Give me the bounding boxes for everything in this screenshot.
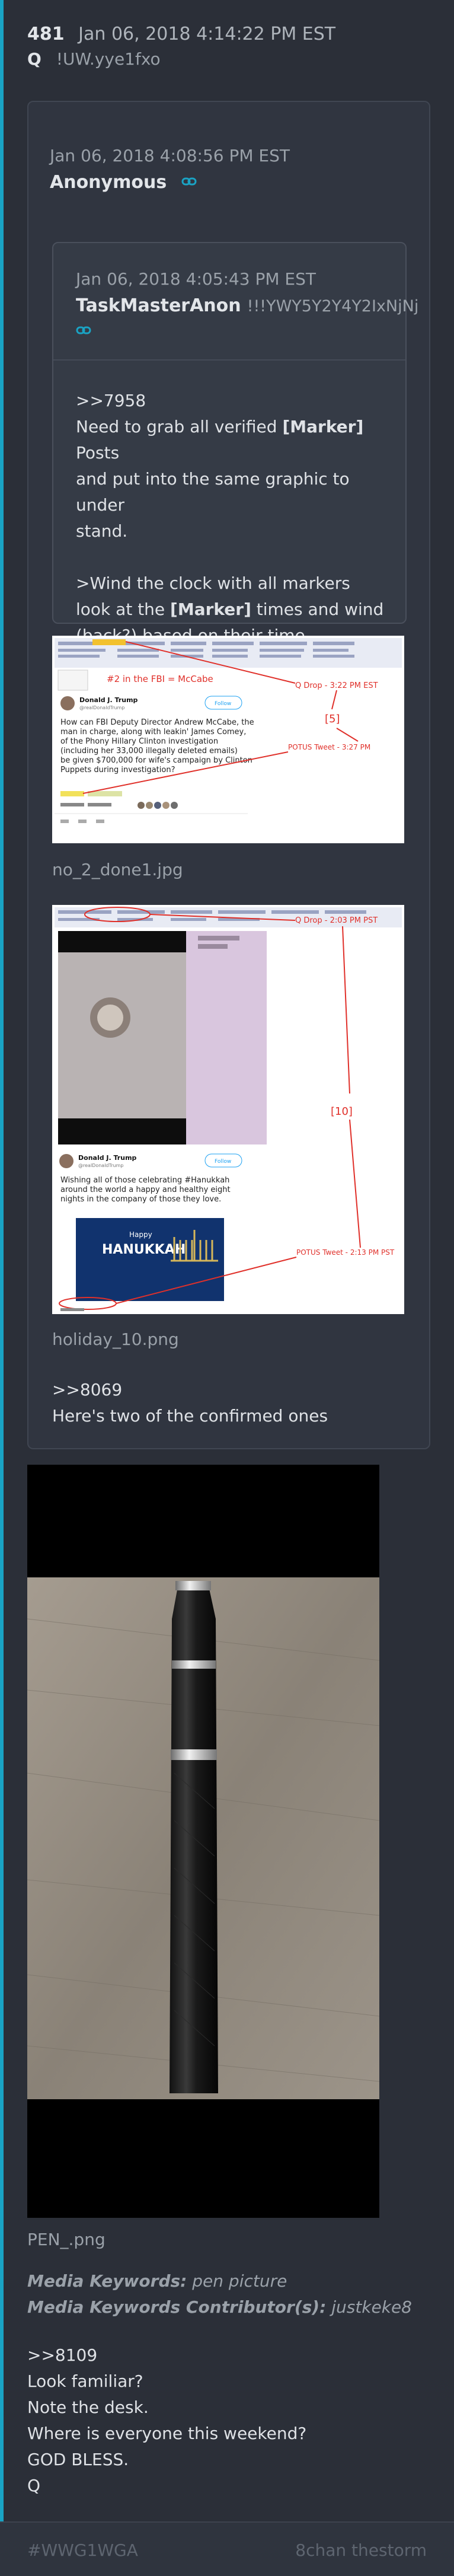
quoted-line1: Need to grab all verified [Marker] Posts bbox=[76, 414, 388, 466]
reply-author-name: Anonymous bbox=[50, 172, 167, 193]
media-keywords-contributor-value: justkeke8 bbox=[331, 2297, 412, 2317]
attachment-image-pen[interactable] bbox=[27, 1465, 379, 2218]
attachment-image-2[interactable]: Donald J. Trump @realDonaldTrump Follow … bbox=[52, 905, 404, 1314]
q-drop-label-1: Q Drop - 3:22 PM EST bbox=[295, 681, 378, 690]
hanukkah-happy: Happy bbox=[129, 1230, 152, 1239]
quoted-line4: >Wind the clock with all markers bbox=[76, 573, 350, 593]
quoted-line5: look at the [Marker] times and wind bbox=[76, 597, 388, 623]
quoted-author-name: TaskMasterAnon bbox=[76, 295, 241, 316]
media-keywords: Media Keywords: pen picture bbox=[27, 2271, 287, 2291]
tweet-text-line: be given $700,000 for wife's campaign by… bbox=[60, 756, 252, 765]
post-page: 481 Jan 06, 2018 4:14:22 PM EST Q !UW.yy… bbox=[0, 0, 454, 2576]
reply-author: Anonymous bbox=[50, 172, 198, 193]
tweet-text-line: of the Phony Hillary Clinton investigati… bbox=[60, 737, 218, 746]
closing-ref[interactable]: >>8069 bbox=[52, 1377, 328, 1403]
closing-text: Here's two of the confirmed ones bbox=[52, 1406, 328, 1426]
fbi-banner: #2 in the FBI = McCabe bbox=[107, 674, 213, 684]
marker-tag: [Marker] bbox=[170, 600, 251, 619]
time-diff-2: [10] bbox=[331, 1105, 353, 1118]
potus-tweet-label-2: POTUS Tweet - 2:13 PM PST bbox=[296, 1248, 395, 1257]
tweet-follow-2: Follow bbox=[215, 1159, 231, 1165]
link-icon-glyph bbox=[76, 326, 91, 334]
post-header: 481 Jan 06, 2018 4:14:22 PM EST Q !UW.yy… bbox=[27, 24, 442, 70]
tweet-text-line: man in charge, along with leakin' James … bbox=[60, 728, 246, 737]
quoted-line1-text: Need to grab all verified bbox=[76, 417, 283, 436]
post-message: >>8109 Look familiar? Note the desk. Whe… bbox=[27, 2342, 306, 2499]
tweet-author-1: Donald J. Trump bbox=[79, 696, 138, 704]
pen-photo bbox=[27, 1465, 379, 2218]
tweet-text-2: Wishing all of those celebrating #Hanukk… bbox=[60, 1176, 231, 1204]
quoted-line2: and put into the same graphic to under bbox=[76, 469, 350, 515]
post-timestamp: Jan 06, 2018 4:14:22 PM EST bbox=[78, 24, 336, 44]
media-keywords-contributors: Media Keywords Contributor(s): justkeke8 bbox=[27, 2297, 412, 2317]
quoted-line5-text: look at the bbox=[76, 600, 171, 619]
tweet-follow-1: Follow bbox=[215, 701, 231, 707]
tweet-handle-1: @realDonaldTrump bbox=[79, 705, 124, 710]
quoted-line1-tail: Posts bbox=[76, 443, 120, 463]
footer-source: 8chan thestorm bbox=[295, 2540, 427, 2560]
reply-closing: >>8069 Here's two of the confirmed ones bbox=[52, 1377, 328, 1429]
tweet-handle-2: @realDonaldTrump bbox=[78, 1163, 123, 1168]
hanukkah-title: HANUKKAH bbox=[102, 1242, 186, 1257]
tweet-text-line: Wishing all of those celebrating #Hanukk… bbox=[60, 1176, 229, 1185]
message-line-1: Look familiar? bbox=[27, 2371, 143, 2391]
image-filename-2[interactable]: holiday_10.png bbox=[52, 1330, 179, 1349]
link-icon-glyph bbox=[181, 177, 197, 186]
reply-timestamp: Jan 06, 2018 4:08:56 PM EST bbox=[50, 146, 290, 165]
image-filename-1[interactable]: no_2_done1.jpg bbox=[52, 860, 183, 879]
post-footer: #WWG1WGA 8chan thestorm bbox=[0, 2521, 454, 2576]
media-keywords-value: pen picture bbox=[192, 2271, 287, 2291]
quoted-line3: stand. bbox=[76, 521, 128, 541]
divider bbox=[53, 359, 405, 361]
post-author: Q bbox=[27, 49, 41, 69]
media-keywords-label: Media Keywords: bbox=[27, 2271, 187, 2291]
media-keywords-contributor-label: Media Keywords Contributor(s): bbox=[27, 2297, 327, 2317]
tweet-text-line: (including her 33,000 illegally deleted … bbox=[60, 747, 238, 755]
tweet-text-line: around the world a happy and healthy eig… bbox=[60, 1185, 231, 1194]
message-line-2: Note the desk. bbox=[27, 2398, 149, 2417]
marker-tag: [Marker] bbox=[282, 417, 364, 436]
link-icon[interactable] bbox=[76, 321, 92, 341]
q-drop-label-2: Q Drop - 2:03 PM PST bbox=[295, 916, 378, 925]
link-icon[interactable] bbox=[181, 172, 198, 193]
quoted-line5-tail: times and wind bbox=[251, 600, 384, 619]
footer-hashtag: #WWG1WGA bbox=[27, 2540, 138, 2560]
message-line-4: GOD BLESS. bbox=[27, 2450, 129, 2469]
quoted-body: >>7958 Need to grab all verified [Marker… bbox=[76, 388, 388, 675]
message-line-5: Q bbox=[27, 2476, 41, 2495]
reply-card: Jan 06, 2018 4:08:56 PM EST Anonymous Ja… bbox=[27, 101, 430, 1449]
quoted-card: Jan 06, 2018 4:05:43 PM EST TaskMasterAn… bbox=[52, 242, 418, 671]
message-ref[interactable]: >>8109 bbox=[27, 2342, 306, 2368]
quoted-tripcode: !!!YWY5Y2Y4Y2IxNjNj bbox=[247, 297, 419, 315]
time-diff-1: [5] bbox=[325, 713, 340, 725]
quoted-timestamp: Jan 06, 2018 4:05:43 PM EST bbox=[76, 269, 316, 289]
annotated-tweet-image-1: #2 in the FBI = McCabe Donald J. Trump @… bbox=[52, 636, 404, 843]
tweet-text-line: Puppets during investigation? bbox=[60, 766, 175, 774]
post-tripcode: !UW.yye1fxo bbox=[56, 49, 161, 69]
potus-tweet-label-1: POTUS Tweet - 3:27 PM bbox=[288, 743, 370, 751]
annotated-tweet-image-2: Donald J. Trump @realDonaldTrump Follow … bbox=[52, 905, 404, 1314]
tweet-text-line: nights in the company of those they love… bbox=[60, 1195, 221, 1204]
post-number[interactable]: 481 bbox=[27, 24, 65, 44]
tweet-text-line: How can FBI Deputy Director Andrew McCab… bbox=[60, 718, 254, 727]
message-line-3: Where is everyone this weekend? bbox=[27, 2424, 307, 2443]
tweet-author-2: Donald J. Trump bbox=[78, 1154, 137, 1162]
quoted-ref[interactable]: >>7958 bbox=[76, 388, 388, 414]
attachment-image-1[interactable]: #2 in the FBI = McCabe Donald J. Trump @… bbox=[52, 636, 404, 843]
image-filename-pen[interactable]: PEN_.png bbox=[27, 2230, 105, 2249]
accent-bar bbox=[0, 0, 4, 2575]
quoted-author: TaskMasterAnon !!!YWY5Y2Y4Y2IxNjNj bbox=[76, 295, 418, 316]
